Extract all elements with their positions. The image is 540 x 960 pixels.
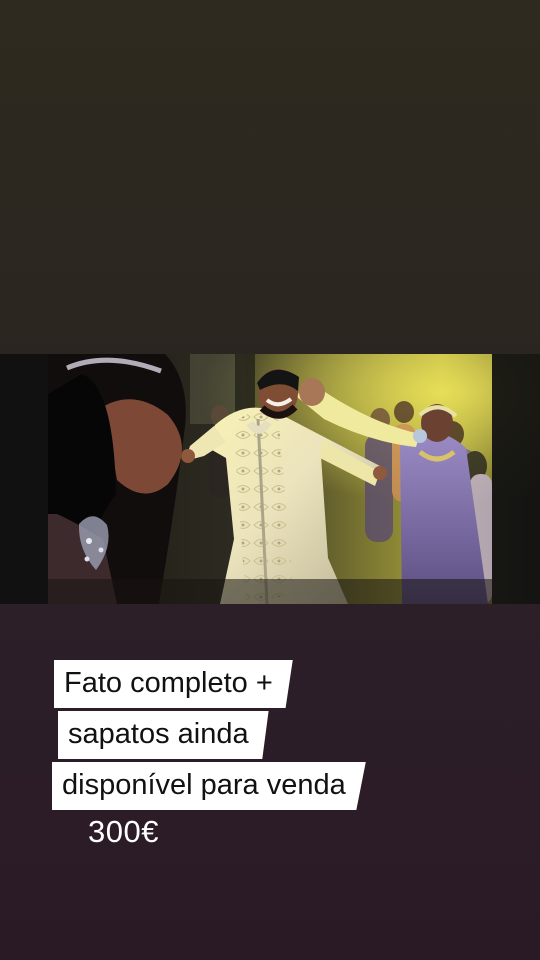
caption-line-3: disponível para venda (52, 762, 366, 810)
caption-line-1: Fato completo + (54, 660, 293, 708)
caption-line-2: sapatos ainda (58, 711, 269, 759)
story-view: Fato completo + sapatos ainda disponível… (0, 0, 540, 960)
wedding-dance-image (0, 354, 540, 604)
story-photo (0, 354, 540, 604)
price-label: 300€ (88, 814, 159, 849)
caption-block: Fato completo + sapatos ainda disponível… (52, 660, 472, 813)
